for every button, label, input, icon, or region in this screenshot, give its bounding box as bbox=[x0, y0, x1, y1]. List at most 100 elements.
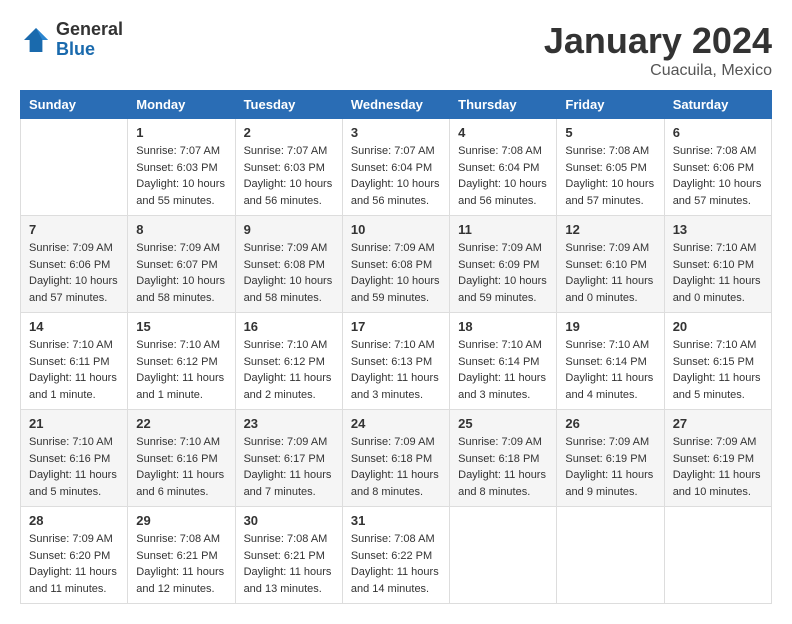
day-number: 8 bbox=[136, 222, 226, 237]
day-cell: 15 Sunrise: 7:10 AMSunset: 6:12 PMDayligh… bbox=[128, 313, 235, 410]
day-number: 2 bbox=[244, 125, 334, 140]
logo-text: General Blue bbox=[56, 20, 123, 60]
day-info: Sunrise: 7:10 AMSunset: 6:14 PMDaylight:… bbox=[458, 337, 548, 403]
day-cell: 12 Sunrise: 7:09 AMSunset: 6:10 PMDayligh… bbox=[557, 216, 664, 313]
day-number: 21 bbox=[29, 416, 119, 431]
day-cell: 25 Sunrise: 7:09 AMSunset: 6:18 PMDayligh… bbox=[450, 410, 557, 507]
day-info: Sunrise: 7:08 AMSunset: 6:21 PMDaylight:… bbox=[136, 531, 226, 597]
day-info: Sunrise: 7:08 AMSunset: 6:06 PMDaylight:… bbox=[673, 143, 763, 209]
day-info: Sunrise: 7:08 AMSunset: 6:22 PMDaylight:… bbox=[351, 531, 441, 597]
day-number: 13 bbox=[673, 222, 763, 237]
day-info: Sunrise: 7:10 AMSunset: 6:16 PMDaylight:… bbox=[136, 434, 226, 500]
header-cell-sunday: Sunday bbox=[21, 91, 128, 119]
day-info: Sunrise: 7:09 AMSunset: 6:08 PMDaylight:… bbox=[244, 240, 334, 306]
day-cell: 22Sunrise: 7:10 AMSunset: 6:16 PMDayligh… bbox=[128, 410, 235, 507]
day-cell: 13Sunrise: 7:10 AMSunset: 6:10 PMDayligh… bbox=[664, 216, 771, 313]
day-number: 28 bbox=[29, 513, 119, 528]
day-info: Sunrise: 7:08 AMSunset: 6:04 PMDaylight:… bbox=[458, 143, 548, 209]
logo-general-text: General bbox=[56, 20, 123, 40]
day-cell: 8Sunrise: 7:09 AMSunset: 6:07 PMDaylight… bbox=[128, 216, 235, 313]
day-cell: 9 Sunrise: 7:09 AMSunset: 6:08 PMDaylight… bbox=[235, 216, 342, 313]
day-info: Sunrise: 7:10 AMSunset: 6:14 PMDaylight:… bbox=[565, 337, 655, 403]
header-cell-monday: Monday bbox=[128, 91, 235, 119]
day-number: 31 bbox=[351, 513, 441, 528]
day-cell: 27Sunrise: 7:09 AMSunset: 6:19 PMDayligh… bbox=[664, 410, 771, 507]
calendar-body: 1Sunrise: 7:07 AMSunset: 6:03 PMDaylight… bbox=[21, 119, 772, 604]
day-number: 25 bbox=[458, 416, 548, 431]
header-cell-thursday: Thursday bbox=[450, 91, 557, 119]
header-cell-friday: Friday bbox=[557, 91, 664, 119]
day-cell: 23 Sunrise: 7:09 AMSunset: 6:17 PMDayligh… bbox=[235, 410, 342, 507]
day-info: Sunrise: 7:10 AMSunset: 6:12 PMDaylight:… bbox=[244, 337, 334, 403]
day-info: Sunrise: 7:09 AMSunset: 6:19 PMDaylight:… bbox=[565, 434, 655, 500]
day-cell: 21 Sunrise: 7:10 AMSunset: 6:16 PMDayligh… bbox=[21, 410, 128, 507]
day-cell: 24Sunrise: 7:09 AMSunset: 6:18 PMDayligh… bbox=[342, 410, 449, 507]
header-cell-wednesday: Wednesday bbox=[342, 91, 449, 119]
day-info: Sunrise: 7:09 AMSunset: 6:08 PMDaylight:… bbox=[351, 240, 441, 306]
day-cell: 19 Sunrise: 7:10 AMSunset: 6:14 PMDayligh… bbox=[557, 313, 664, 410]
day-cell: 30Sunrise: 7:08 AMSunset: 6:21 PMDayligh… bbox=[235, 507, 342, 604]
day-number: 29 bbox=[136, 513, 226, 528]
day-info: Sunrise: 7:10 AMSunset: 6:13 PMDaylight:… bbox=[351, 337, 441, 403]
day-info: Sunrise: 7:09 AMSunset: 6:17 PMDaylight:… bbox=[244, 434, 334, 500]
day-number: 18 bbox=[458, 319, 548, 334]
day-cell bbox=[557, 507, 664, 604]
day-cell bbox=[664, 507, 771, 604]
day-cell: 1Sunrise: 7:07 AMSunset: 6:03 PMDaylight… bbox=[128, 119, 235, 216]
day-info: Sunrise: 7:07 AMSunset: 6:04 PMDaylight:… bbox=[351, 143, 441, 209]
day-info: Sunrise: 7:10 AMSunset: 6:12 PMDaylight:… bbox=[136, 337, 226, 403]
day-number: 3 bbox=[351, 125, 441, 140]
day-info: Sunrise: 7:09 AMSunset: 6:10 PMDaylight:… bbox=[565, 240, 655, 306]
day-number: 16 bbox=[244, 319, 334, 334]
day-cell bbox=[21, 119, 128, 216]
day-number: 10 bbox=[351, 222, 441, 237]
day-cell: 20 Sunrise: 7:10 AMSunset: 6:15 PMDayligh… bbox=[664, 313, 771, 410]
day-info: Sunrise: 7:07 AMSunset: 6:03 PMDaylight:… bbox=[244, 143, 334, 209]
day-info: Sunrise: 7:10 AMSunset: 6:16 PMDaylight:… bbox=[29, 434, 119, 500]
day-number: 27 bbox=[673, 416, 763, 431]
day-number: 15 bbox=[136, 319, 226, 334]
week-row-5: 28Sunrise: 7:09 AMSunset: 6:20 PMDayligh… bbox=[21, 507, 772, 604]
day-info: Sunrise: 7:09 AMSunset: 6:09 PMDaylight:… bbox=[458, 240, 548, 306]
calendar-header: SundayMondayTuesdayWednesdayThursdayFrid… bbox=[21, 91, 772, 119]
day-info: Sunrise: 7:09 AMSunset: 6:06 PMDaylight:… bbox=[29, 240, 119, 306]
day-number: 9 bbox=[244, 222, 334, 237]
day-number: 11 bbox=[458, 222, 548, 237]
day-number: 12 bbox=[565, 222, 655, 237]
day-info: Sunrise: 7:10 AMSunset: 6:15 PMDaylight:… bbox=[673, 337, 763, 403]
header-row: SundayMondayTuesdayWednesdayThursdayFrid… bbox=[21, 91, 772, 119]
logo: General Blue bbox=[20, 20, 123, 60]
day-cell: 7Sunrise: 7:09 AMSunset: 6:06 PMDaylight… bbox=[21, 216, 128, 313]
week-row-4: 21 Sunrise: 7:10 AMSunset: 6:16 PMDayligh… bbox=[21, 410, 772, 507]
day-number: 17 bbox=[351, 319, 441, 334]
day-cell: 4 Sunrise: 7:08 AMSunset: 6:04 PMDaylight… bbox=[450, 119, 557, 216]
day-cell: 28Sunrise: 7:09 AMSunset: 6:20 PMDayligh… bbox=[21, 507, 128, 604]
day-cell: 31 Sunrise: 7:08 AMSunset: 6:22 PMDayligh… bbox=[342, 507, 449, 604]
location-subtitle: Cuacuila, Mexico bbox=[544, 62, 772, 80]
day-info: Sunrise: 7:07 AMSunset: 6:03 PMDaylight:… bbox=[136, 143, 226, 209]
day-cell: 26Sunrise: 7:09 AMSunset: 6:19 PMDayligh… bbox=[557, 410, 664, 507]
day-info: Sunrise: 7:09 AMSunset: 6:18 PMDaylight:… bbox=[351, 434, 441, 500]
week-row-1: 1Sunrise: 7:07 AMSunset: 6:03 PMDaylight… bbox=[21, 119, 772, 216]
week-row-3: 14Sunrise: 7:10 AMSunset: 6:11 PMDayligh… bbox=[21, 313, 772, 410]
day-cell: 2 Sunrise: 7:07 AMSunset: 6:03 PMDaylight… bbox=[235, 119, 342, 216]
day-cell: 14Sunrise: 7:10 AMSunset: 6:11 PMDayligh… bbox=[21, 313, 128, 410]
day-cell: 11 Sunrise: 7:09 AMSunset: 6:09 PMDayligh… bbox=[450, 216, 557, 313]
day-cell: 3 Sunrise: 7:07 AMSunset: 6:04 PMDaylight… bbox=[342, 119, 449, 216]
month-title: January 2024 bbox=[544, 20, 772, 62]
day-number: 4 bbox=[458, 125, 548, 140]
day-info: Sunrise: 7:08 AMSunset: 6:05 PMDaylight:… bbox=[565, 143, 655, 209]
day-number: 23 bbox=[244, 416, 334, 431]
logo-icon bbox=[20, 24, 52, 56]
page-header: General Blue January 2024 Cuacuila, Mexi… bbox=[20, 20, 772, 80]
day-number: 20 bbox=[673, 319, 763, 334]
day-number: 19 bbox=[565, 319, 655, 334]
title-block: January 2024 Cuacuila, Mexico bbox=[544, 20, 772, 80]
calendar-table: SundayMondayTuesdayWednesdayThursdayFrid… bbox=[20, 90, 772, 604]
day-info: Sunrise: 7:09 AMSunset: 6:18 PMDaylight:… bbox=[458, 434, 548, 500]
day-number: 5 bbox=[565, 125, 655, 140]
header-cell-tuesday: Tuesday bbox=[235, 91, 342, 119]
day-cell: 18 Sunrise: 7:10 AMSunset: 6:14 PMDayligh… bbox=[450, 313, 557, 410]
day-cell: 6 Sunrise: 7:08 AMSunset: 6:06 PMDaylight… bbox=[664, 119, 771, 216]
day-number: 6 bbox=[673, 125, 763, 140]
